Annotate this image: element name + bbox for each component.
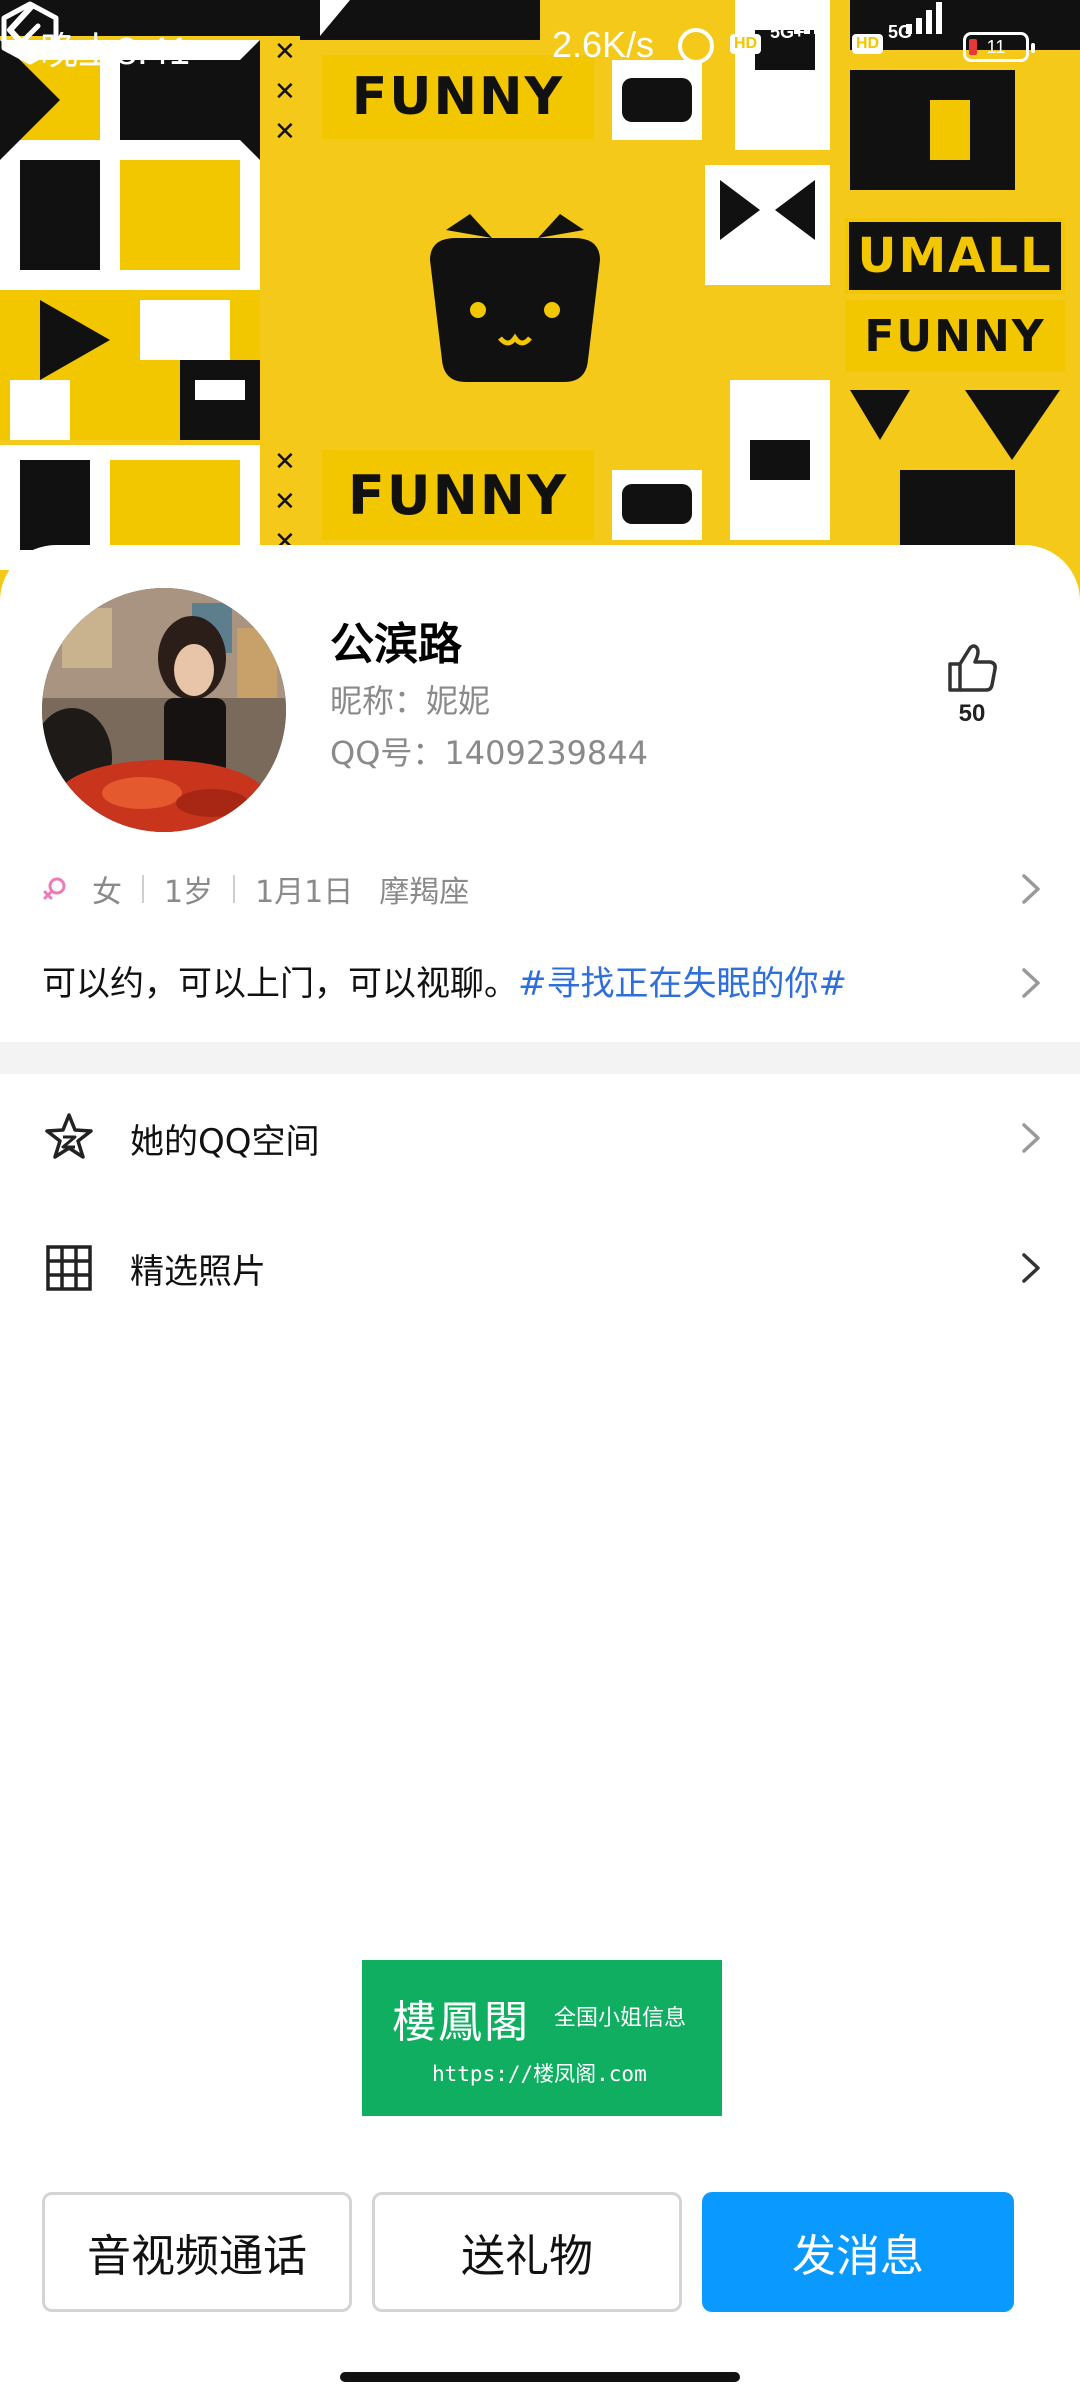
banner-word-umall: UMALL <box>845 218 1065 294</box>
send-gift-button[interactable]: 送礼物 <box>372 2192 682 2312</box>
birthday-text: 1月1日 <box>255 875 354 910</box>
divider <box>233 875 236 903</box>
thumbs-up-icon <box>948 644 997 692</box>
svg-text:✕: ✕ <box>274 117 296 147</box>
signature-text: 可以约，可以上门，可以视聊。 <box>42 964 518 1004</box>
send-message-button[interactable]: 发消息 <box>702 2192 1014 2312</box>
menu-item-photos[interactable]: 精选照片 <box>0 1208 1080 1328</box>
profile-name: 公滨路 <box>330 619 462 670</box>
battery-icon: 11 <box>963 32 1035 62</box>
section-divider <box>0 1042 1080 1074</box>
hd-badge: HD <box>852 34 884 54</box>
nickname-row: 昵称：妮妮 <box>330 676 490 722</box>
nickname-label: 昵称： <box>330 682 427 720</box>
menu-item-qzone[interactable]: 她的QQ空间 <box>0 1078 1080 1198</box>
av-call-button[interactable]: 音视频通话 <box>42 2192 352 2312</box>
zodiac-text: 摩羯座 <box>379 875 470 910</box>
chevron-right-icon <box>1022 1253 1040 1283</box>
age-text: 1岁 <box>164 875 214 910</box>
like-count: 50 <box>958 700 986 727</box>
like-button[interactable]: 50 <box>944 640 1000 728</box>
chevron-right-icon <box>1022 968 1040 998</box>
avatar-photo <box>42 588 286 832</box>
qq-number: 1409239844 <box>444 734 648 772</box>
watermark-subtitle: 全国小姐信息 <box>554 2006 687 2031</box>
banner-word-funny: FUNNY <box>845 300 1065 372</box>
menu-item-label: 精选照片 <box>130 1251 266 1292</box>
share-icon[interactable] <box>0 0 60 66</box>
divider <box>142 875 144 903</box>
profile-cover: ✕ ✕ ✕ ✕ ✕ ✕ FUNNY FUNNY UMALL FUNNY 晚上8:… <box>0 0 1080 600</box>
qq-label: QQ号： <box>330 734 445 772</box>
grid-icon <box>46 1245 92 1291</box>
hd-badge: HD <box>730 34 762 54</box>
status-net-speed: 2.6K/s <box>552 24 655 65</box>
svg-text:✕: ✕ <box>274 447 296 477</box>
status-time: 晚上8:41 <box>40 31 190 73</box>
status-bar: 晚上8:41 2.6K/s HD 5G+ HD 5G 11 <box>0 0 1080 100</box>
signal-icon <box>794 2 830 34</box>
avatar[interactable] <box>42 588 286 832</box>
watermark-title: 樓鳳閣 <box>392 1997 530 2048</box>
qq-number-row[interactable]: QQ号：1409239844 <box>330 728 648 774</box>
signature-topic-tag[interactable]: #寻找正在失眠的你# <box>518 964 847 1004</box>
chevron-right-icon <box>1022 874 1040 904</box>
signature-row[interactable]: 可以约，可以上门，可以视聊。#寻找正在失眠的你# <box>42 956 1042 1012</box>
female-icon <box>43 877 66 900</box>
chevron-right-icon <box>1022 1123 1040 1153</box>
signal-icon <box>906 2 942 34</box>
star-icon <box>45 1113 93 1159</box>
watermark-url: https://楼凤阁.com <box>432 2062 647 2086</box>
profile-info-row[interactable]: 女 1岁 1月1日 摩羯座 <box>42 866 1042 912</box>
home-indicator[interactable] <box>340 2372 740 2382</box>
alarm-icon <box>678 28 714 64</box>
svg-text:✕: ✕ <box>274 487 296 517</box>
watermark-banner: 樓鳳閣 全国小姐信息 https://楼凤阁.com <box>362 1960 722 2116</box>
gender-text: 女 <box>92 875 122 910</box>
menu-item-label: 她的QQ空间 <box>130 1121 320 1162</box>
banner-word-funny: FUNNY <box>322 450 594 540</box>
nickname-value: 妮妮 <box>426 682 491 720</box>
